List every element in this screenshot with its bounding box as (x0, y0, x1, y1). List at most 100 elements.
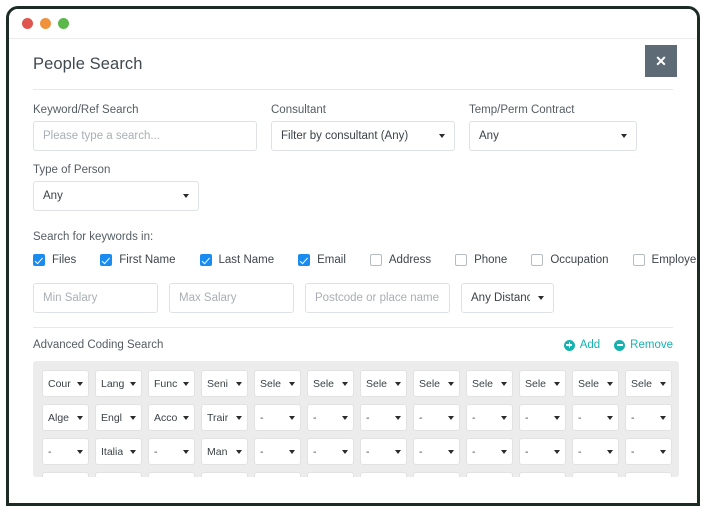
coding-grid-cell-select[interactable]: Cour (42, 370, 89, 397)
coding-grid-cell-select[interactable]: Man (201, 438, 248, 465)
close-button[interactable]: ✕ (645, 45, 677, 77)
coding-grid-cell-select[interactable] (307, 472, 354, 477)
checkbox-unchecked-icon[interactable] (370, 254, 382, 266)
person-type-select[interactable]: Any (33, 181, 199, 211)
coding-grid-cell-select[interactable]: - (413, 438, 460, 465)
maximize-window-dot[interactable] (58, 18, 69, 29)
checkbox-unchecked-icon[interactable] (455, 254, 467, 266)
keyword-scope-option[interactable]: First Name (100, 254, 175, 266)
keyword-scope-option[interactable]: Occupation (531, 254, 608, 266)
coding-grid-cell-select[interactable]: - (254, 404, 301, 431)
coding-grid-cell-value: - (366, 412, 370, 424)
coding-grid-cell-select[interactable]: - (466, 438, 513, 465)
coding-grid-cell-select[interactable]: - (254, 438, 301, 465)
coding-grid-cell-select[interactable] (254, 472, 301, 477)
checkbox-checked-icon[interactable] (200, 254, 212, 266)
coding-grid-cell-select[interactable]: Sele (413, 370, 460, 397)
coding-grid-cell-select[interactable] (466, 472, 513, 477)
coding-grid-cell-select[interactable] (42, 472, 89, 477)
coding-grid-cell-select[interactable] (519, 472, 566, 477)
chevron-down-icon (439, 134, 445, 138)
contract-select[interactable]: Any (469, 121, 637, 151)
coding-grid-cell-value: Alge (48, 412, 69, 424)
max-salary-input[interactable] (169, 283, 294, 313)
person-type-select-value: Any (43, 190, 63, 202)
checkbox-checked-icon[interactable] (298, 254, 310, 266)
coding-grid-cell-select[interactable]: Sele (466, 370, 513, 397)
chevron-down-icon (448, 382, 454, 386)
coding-grid-cell-select[interactable]: - (307, 404, 354, 431)
min-salary-input[interactable] (33, 283, 158, 313)
keyword-scope-option[interactable]: Employer (633, 254, 700, 266)
coding-grid-cell-value: - (578, 412, 582, 424)
checkbox-checked-icon[interactable] (33, 254, 45, 266)
coding-grid-cell-select[interactable]: - (625, 404, 672, 431)
add-row-button[interactable]: Add (564, 339, 600, 351)
postcode-input[interactable] (305, 283, 450, 313)
keyword-scope-option[interactable]: Phone (455, 254, 507, 266)
keyword-scope-option[interactable]: Last Name (200, 254, 275, 266)
coding-grid-cell-select[interactable]: Lang (95, 370, 142, 397)
remove-row-button[interactable]: Remove (614, 339, 673, 351)
coding-grid-cell-value: Engl (101, 412, 122, 424)
coding-grid-cell-select[interactable] (572, 472, 619, 477)
coding-grid-cell-select[interactable]: - (572, 438, 619, 465)
coding-grid-cell-select[interactable] (413, 472, 460, 477)
coding-grid-cell-select[interactable]: - (42, 438, 89, 465)
coding-grid-cell-value: - (472, 412, 476, 424)
coding-grid-cell-select[interactable]: Func (148, 370, 195, 397)
keyword-scope-option[interactable]: Email (298, 254, 346, 266)
coding-grid-cell-select[interactable]: Seni (201, 370, 248, 397)
coding-grid-cell-select[interactable]: - (360, 404, 407, 431)
coding-grid-cell-select[interactable]: Trair (201, 404, 248, 431)
coding-grid-cell-select[interactable]: Acco (148, 404, 195, 431)
coding-grid-cell-select[interactable]: Alge (42, 404, 89, 431)
modal-header: People Search ✕ (33, 39, 673, 90)
close-window-dot[interactable] (22, 18, 33, 29)
chevron-down-icon (501, 450, 507, 454)
coding-grid-cell-select[interactable]: Sele (307, 370, 354, 397)
coding-grid-cell-select[interactable]: Sele (625, 370, 672, 397)
checkbox-unchecked-icon[interactable] (531, 254, 543, 266)
coding-grid-cell-select[interactable]: Engl (95, 404, 142, 431)
coding-grid-cell-select[interactable] (360, 472, 407, 477)
chevron-down-icon (289, 450, 295, 454)
chevron-down-icon (395, 382, 401, 386)
coding-grid-cell-select[interactable]: - (466, 404, 513, 431)
coding-grid-cell-select[interactable]: - (519, 438, 566, 465)
coding-grid-cell-select[interactable] (95, 472, 142, 477)
chevron-down-icon (660, 416, 666, 420)
keyword-scope-option[interactable]: Address (370, 254, 431, 266)
coding-grid-cell-value: - (260, 412, 264, 424)
keyword-search-input[interactable] (33, 121, 257, 151)
coding-grid-cell-select[interactable]: - (307, 438, 354, 465)
keyword-scope-option[interactable]: Files (33, 254, 76, 266)
coding-grid-cell-select[interactable]: Sele (254, 370, 301, 397)
chevron-down-icon (607, 450, 613, 454)
keyword-scope-section: Search for keywords in: FilesFirst NameL… (33, 231, 673, 266)
coding-grid-cell-select[interactable]: Sele (572, 370, 619, 397)
minimize-window-dot[interactable] (40, 18, 51, 29)
coding-grid-cell-value: - (366, 446, 370, 458)
coding-grid-cell-select[interactable]: - (148, 438, 195, 465)
contract-label: Temp/Perm Contract (469, 104, 637, 116)
coding-grid-cell-select[interactable]: - (625, 438, 672, 465)
coding-grid-cell-select[interactable]: Sele (519, 370, 566, 397)
coding-grid-cell-select[interactable]: - (519, 404, 566, 431)
coding-grid-cell-value: - (525, 412, 529, 424)
distance-select[interactable]: Any Distance (461, 283, 554, 313)
coding-grid-cell-value: - (419, 446, 423, 458)
checkbox-unchecked-icon[interactable] (633, 254, 645, 266)
coding-grid-cell-select[interactable] (201, 472, 248, 477)
coding-grid-cell-select[interactable]: Italia (95, 438, 142, 465)
consultant-select[interactable]: Filter by consultant (Any) (271, 121, 455, 151)
coding-grid-cell-select[interactable]: Sele (360, 370, 407, 397)
coding-grid-cell-select[interactable] (625, 472, 672, 477)
coding-grid-cell-select[interactable]: - (413, 404, 460, 431)
coding-grid-cell-select[interactable]: - (572, 404, 619, 431)
checkbox-checked-icon[interactable] (100, 254, 112, 266)
coding-grid-cell-select[interactable]: - (360, 438, 407, 465)
coding-grid-cell-value: Italia (101, 446, 123, 458)
coding-grid-cell-select[interactable] (148, 472, 195, 477)
coding-grid-cell-value: Trair (207, 412, 228, 424)
